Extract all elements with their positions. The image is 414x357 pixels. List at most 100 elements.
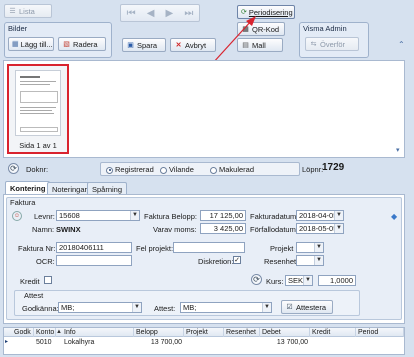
add-image-icon: ▦ — [12, 39, 19, 49]
transfer-icon: ⇆ — [310, 40, 317, 48]
calendar-dropdown-icon[interactable]: ▼ — [334, 211, 343, 220]
namn-value: SWINX — [56, 225, 81, 234]
column-header-belopp[interactable]: Belopp — [134, 328, 184, 337]
page-thumbnail[interactable]: Sida 1 av 1 — [7, 64, 69, 154]
kurs-currency-value: SEK — [288, 276, 304, 285]
forfallodatum-field[interactable]: 2018-05-05 ▼ — [296, 223, 344, 234]
doknr-label: Doknr: — [26, 165, 49, 174]
fakturadatum-field[interactable]: 2018-04-05 ▼ — [296, 210, 344, 221]
column-header-debet[interactable]: Debet — [260, 328, 310, 337]
refresh-icon[interactable]: ⟳ — [8, 163, 19, 174]
diskretion-checkbox[interactable]: ✓ — [233, 256, 241, 264]
tab-kontering[interactable]: Kontering — [5, 181, 51, 195]
cell-resenhet[interactable] — [224, 338, 260, 347]
fakturadatum-value: 2018-04-05 — [299, 211, 338, 220]
status-makulerad-label: Makulerad — [219, 165, 255, 174]
projekt-label: Projekt — [270, 244, 294, 253]
varav-moms-label: Varav moms: — [153, 225, 197, 234]
kurs-currency-field[interactable]: SEK ▼ — [285, 275, 313, 286]
kurs-value-field[interactable]: 1,0000 — [318, 275, 356, 286]
spara-label: Spara — [137, 40, 158, 50]
varav-moms-field[interactable]: 3 425,00 — [200, 223, 246, 234]
attest-value: MB; — [183, 303, 197, 312]
status-registrerad-radio[interactable]: Registrerad — [106, 165, 154, 174]
lagg-till-label: Lägg till... — [20, 39, 53, 49]
lagg-till-button[interactable]: ▦ Lägg till... — [8, 37, 54, 51]
supplier-icon[interactable]: ☺ — [12, 211, 22, 221]
calendar-dropdown-icon[interactable]: ▼ — [334, 224, 343, 233]
table-row[interactable]: ▸ 5010 Lokalhyra 13 700,00 13 700,00 — [4, 338, 404, 347]
godkanna-label: Godkänna: — [22, 304, 59, 313]
radera-button[interactable]: ▧ Radera — [58, 37, 106, 51]
cancel-icon: ✕ — [175, 41, 182, 49]
radio-vilande-indicator — [160, 166, 167, 174]
chevron-down-icon[interactable]: ▼ — [130, 211, 139, 220]
chevron-down-icon[interactable]: ▼ — [132, 303, 141, 312]
namn-label: Namn: — [32, 225, 55, 234]
cell-godk[interactable] — [12, 338, 34, 347]
scroll-down-icon[interactable]: ▾ — [396, 146, 400, 154]
cell-debet[interactable]: 13 700,00 — [260, 338, 310, 347]
chevron-down-icon[interactable]: ▼ — [314, 243, 323, 252]
status-makulerad-radio[interactable]: Makulerad — [210, 165, 254, 174]
faktura-belopp-field[interactable]: 17 125,00 — [200, 210, 246, 221]
faktura-nr-label: Faktura Nr: — [18, 244, 56, 253]
cell-projekt[interactable] — [184, 338, 224, 347]
document-preview — [15, 70, 61, 136]
chevron-down-icon[interactable]: ▼ — [262, 303, 271, 312]
next-record-icon[interactable]: ▶ — [166, 8, 174, 19]
lopnr-value: 1729 — [322, 162, 345, 173]
navigation-bar: ⏮ ◀ ▶ ⏭ — [120, 4, 200, 22]
godkanna-field[interactable]: MB; ▼ — [58, 302, 142, 313]
overfor-button[interactable]: ⇆ Överför — [305, 37, 359, 51]
fakturadatum-label: Fakturadatum: — [250, 212, 299, 221]
spara-button[interactable]: ▣ Spara — [122, 38, 166, 52]
info-diamond-icon[interactable]: ◆ — [391, 212, 397, 221]
godkanna-value: MB; — [61, 303, 75, 312]
radio-makulerad-indicator — [210, 166, 217, 174]
lista-button[interactable]: ☰ Lista — [4, 4, 52, 18]
collapse-ribbon-icon[interactable]: ⌃ — [398, 40, 405, 49]
kredit-checkbox[interactable] — [44, 276, 52, 284]
attest-label: Attest: — [154, 304, 176, 313]
column-header-godk[interactable]: Godk — [12, 328, 34, 337]
first-record-icon[interactable]: ⏮ — [127, 8, 136, 19]
approve-icon: ☑ — [286, 303, 293, 311]
levnr-label: Levnr: — [34, 212, 55, 221]
fel-projekt-field[interactable] — [173, 242, 245, 253]
faktura-belopp-label: Faktura Belopp: — [144, 212, 197, 221]
currency-refresh-icon[interactable]: ⟳ — [251, 274, 262, 285]
cell-konto[interactable]: 5010 — [34, 338, 62, 347]
visma-admin-title: Visma Admin — [303, 24, 347, 33]
projekt-field[interactable]: ▼ — [296, 242, 324, 253]
cell-period[interactable] — [356, 338, 404, 347]
chevron-down-icon[interactable]: ▼ — [314, 256, 323, 265]
resenhet-label: Resenhet — [264, 257, 297, 266]
cell-info[interactable]: Lokalhyra — [62, 338, 134, 347]
ocr-label: OCR: — [36, 257, 55, 266]
faktura-nr-field[interactable]: 20180406111 — [56, 242, 132, 253]
thumbnail-caption: Sida 1 av 1 — [19, 141, 57, 150]
previous-record-icon[interactable]: ◀ — [147, 8, 155, 19]
lista-label: Lista — [19, 6, 35, 16]
forfallodatum-label: Förfallodatum: — [250, 225, 298, 234]
cell-belopp[interactable]: 13 700,00 — [134, 338, 184, 347]
column-header-kredit[interactable]: Kredit — [310, 328, 356, 337]
list-icon: ☰ — [9, 7, 16, 15]
column-header-resenhet[interactable]: Resenhet — [224, 328, 260, 337]
column-header-konto[interactable]: Konto — [34, 328, 56, 337]
column-header-period[interactable]: Period — [356, 328, 404, 337]
attestera-button[interactable]: ☑ Attestera — [281, 300, 333, 314]
levnr-field[interactable]: 15608 ▼ — [56, 210, 140, 221]
delete-image-icon: ▧ — [63, 40, 70, 48]
column-header-info[interactable]: Info — [62, 328, 134, 337]
status-vilande-radio[interactable]: Vilande — [160, 165, 194, 174]
radio-registrerad-indicator — [106, 166, 113, 174]
chevron-down-icon[interactable]: ▼ — [303, 276, 312, 285]
attest-field[interactable]: MB; ▼ — [180, 302, 272, 313]
column-header-projekt[interactable]: Projekt — [184, 328, 224, 337]
overfor-label: Överför — [320, 39, 346, 49]
cell-kredit[interactable] — [310, 338, 356, 347]
ocr-field[interactable] — [56, 255, 132, 266]
resenhet-field[interactable]: ▼ — [296, 255, 324, 266]
